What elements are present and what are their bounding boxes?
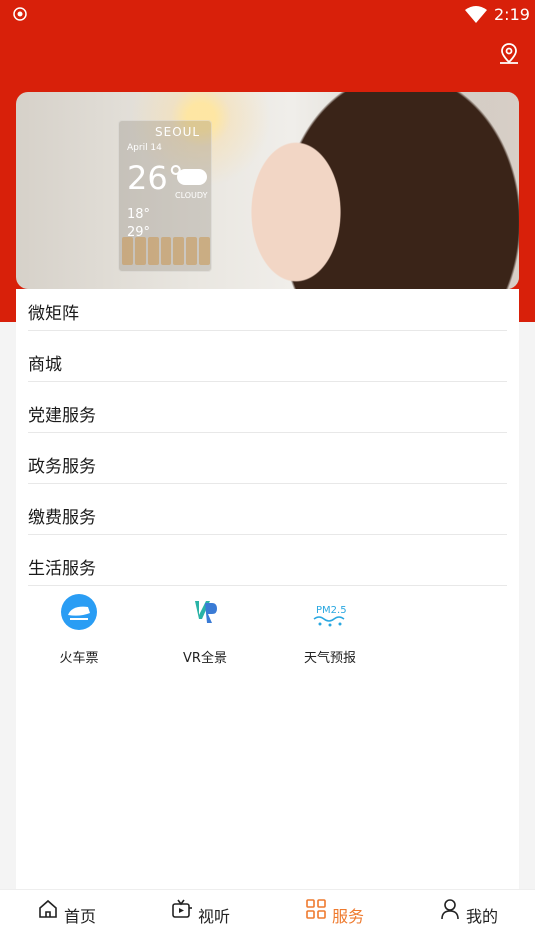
weather-condition: CLOUDY [175, 191, 208, 200]
weather-forecast-strip [122, 237, 211, 265]
cloud-icon [177, 169, 207, 185]
user-icon [441, 899, 459, 920]
train-icon [61, 594, 97, 630]
tab-label: 服务 [332, 907, 365, 926]
category-label: 缴费服务 [28, 507, 96, 528]
tv-icon [172, 899, 192, 918]
category-payment-service[interactable]: 缴费服务 [28, 496, 507, 535]
banner-image[interactable]: SEOUL April 14 26° CLOUDY 18° 29° [16, 92, 519, 289]
category-shop[interactable]: 商城 [28, 343, 507, 382]
service-label: 火车票 [59, 651, 99, 666]
tab-audio-video[interactable]: 视听 [134, 890, 267, 952]
category-government-service[interactable]: 政务服务 [28, 445, 507, 484]
weather-graphic: SEOUL April 14 26° CLOUDY 18° 29° [118, 120, 212, 272]
bottom-tab-bar: 首页 视听 服务 我的 [0, 889, 535, 952]
weather-date: April 14 [127, 143, 162, 153]
tab-home[interactable]: 首页 [0, 890, 133, 952]
model-photo [251, 92, 519, 289]
weather-low: 18° [127, 207, 151, 222]
service-weather-forecast[interactable]: PM2.5 天气预报 [280, 593, 380, 666]
svg-text:PM2.5: PM2.5 [316, 605, 347, 616]
shield-icon [13, 7, 27, 21]
service-label: 天气预报 [303, 651, 356, 666]
tab-label: 首页 [64, 907, 97, 926]
category-label: 党建服务 [28, 405, 96, 426]
weather-city: SEOUL [155, 125, 201, 139]
tab-profile[interactable]: 我的 [402, 890, 535, 952]
status-time: 2:19 [494, 5, 530, 24]
category-label: 微矩阵 [28, 303, 79, 324]
pm25-weather-icon: PM2.5 [313, 605, 347, 627]
category-label: 商城 [28, 354, 62, 375]
status-bar: 2:19 [0, 0, 535, 30]
tab-label: 我的 [466, 907, 499, 926]
home-icon [39, 899, 57, 918]
category-label: 政务服务 [28, 456, 96, 477]
wifi-icon [465, 6, 487, 23]
tab-services[interactable]: 服务 [268, 890, 401, 952]
service-train-ticket[interactable]: 火车票 [29, 593, 129, 666]
category-life-service[interactable]: 生活服务 [28, 547, 507, 586]
grid-icon [306, 899, 326, 919]
location-pin-icon[interactable] [497, 42, 521, 66]
category-party-service[interactable]: 党建服务 [28, 394, 507, 433]
vr-icon [195, 601, 217, 623]
tab-label: 视听 [198, 907, 231, 926]
category-weijuzhen[interactable]: 微矩阵 [28, 292, 507, 331]
service-label: VR全景 [183, 651, 227, 666]
service-vr-panorama[interactable]: VR全景 [155, 593, 255, 666]
category-label: 生活服务 [28, 558, 96, 579]
